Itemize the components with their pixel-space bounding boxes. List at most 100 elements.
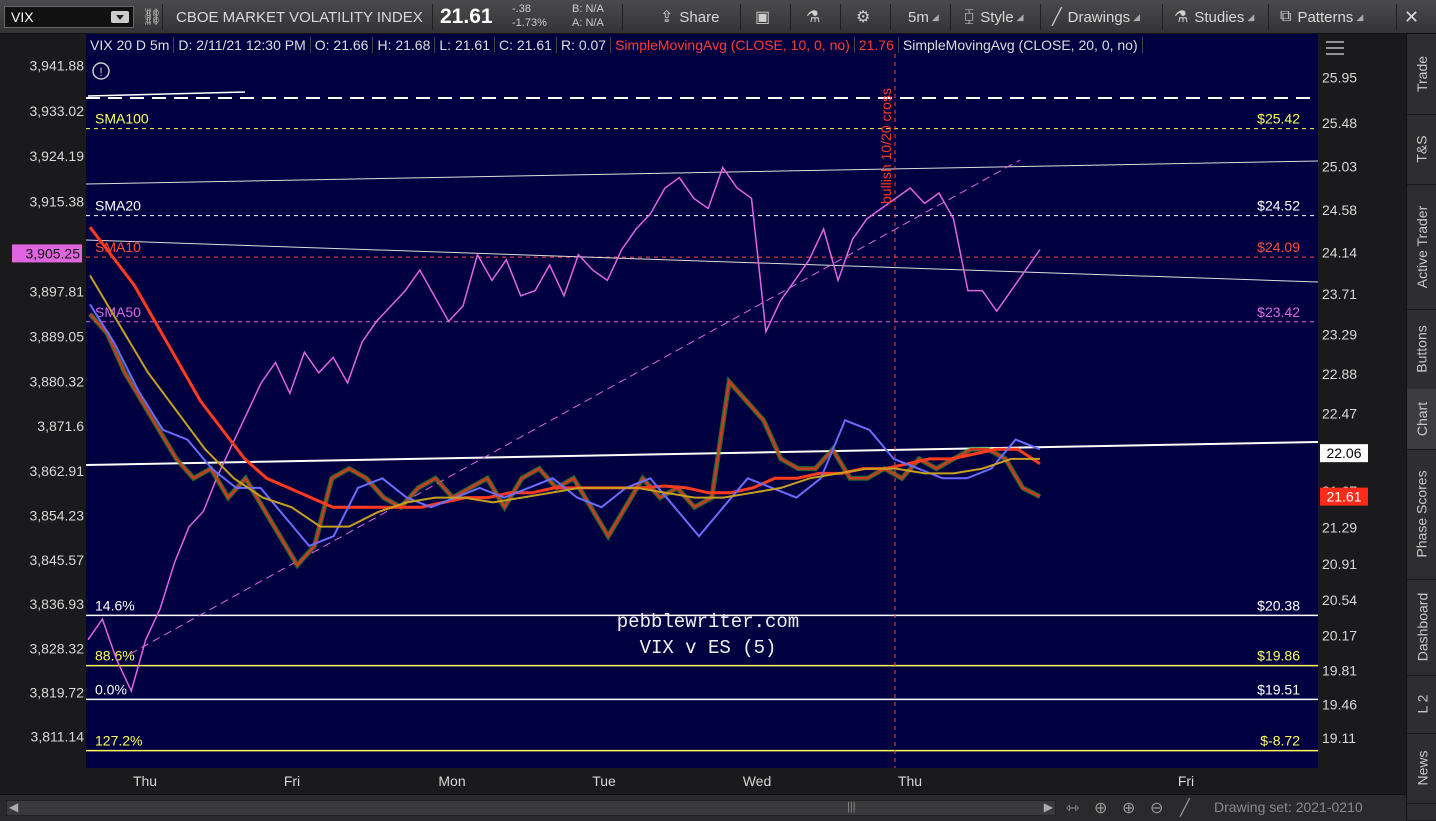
left-axis-tick: 3,828.32	[30, 640, 85, 656]
scroll-grip-icon[interactable]: |||	[847, 801, 856, 813]
share-button[interactable]: ⇪ Share	[660, 0, 719, 34]
level-left-label: SMA20	[95, 198, 141, 214]
right-axis-tick: 20.91	[1322, 556, 1357, 572]
level-right-label: $19.51	[1257, 681, 1300, 697]
left-axis-tick: 3,933.02	[30, 103, 85, 119]
left-axis-tick: 3,811.14	[31, 728, 85, 744]
level-left-label: SMA50	[95, 304, 141, 320]
left-axis-tick: 3,819.72	[30, 684, 85, 700]
symbol-input[interactable]: VIX	[4, 6, 134, 28]
level-right-label: $-8.72	[1260, 733, 1300, 749]
sidebar-tab-label: Active Trader	[1414, 205, 1431, 288]
level-right-label: $20.38	[1257, 597, 1300, 613]
pencil-line-icon: ╱	[1052, 9, 1062, 26]
studies-lab-button[interactable]: ⚗	[806, 0, 826, 34]
right-axis-tick: 25.95	[1322, 69, 1357, 85]
zoom-out-icon[interactable]: ⊖	[1150, 798, 1163, 818]
scroll-right-icon[interactable]: ▶	[1044, 800, 1053, 814]
level-left-label: 0.0%	[95, 681, 127, 697]
candles-icon: ⧮	[964, 8, 975, 25]
left-axis-tick: 3,854.23	[30, 507, 85, 523]
drawing-pencil-icon[interactable]: ╱	[1180, 798, 1190, 818]
sma10-study-value: 21.76	[855, 37, 899, 53]
x-axis-background	[86, 768, 1318, 794]
timeframe-button[interactable]: 5m ◢	[908, 0, 939, 34]
link-icon[interactable]: ⛓	[142, 0, 168, 34]
sidebar-tab-label: Phase Scores	[1414, 470, 1431, 558]
watermark-line: pebblewriter.com	[617, 611, 799, 633]
right-sidebar: Trade T&S Active Trader Buttons Chart Phase S…	[1406, 34, 1436, 820]
sidebar-tab-t-s[interactable]: T&S	[1407, 114, 1436, 185]
sidebar-tab-label: Buttons	[1414, 325, 1431, 373]
sidebar-tab-label: T&S	[1413, 135, 1430, 163]
net-change: -.38	[512, 3, 531, 15]
studies-button[interactable]: ⚗ Studies ◢	[1174, 0, 1254, 34]
cross-annotation: bullish 10/20 cross	[878, 88, 894, 204]
sma10-study-label[interactable]: SimpleMovingAvg (CLOSE, 10, 0, no)	[611, 37, 855, 53]
sidebar-tab-phase-scores[interactable]: Phase Scores	[1407, 449, 1436, 580]
flask-icon: ⚗	[806, 9, 821, 26]
chart-settings-button[interactable]: ▣	[755, 0, 776, 34]
bid-value: B: N/A	[572, 3, 604, 15]
sma20-study-label[interactable]: SimpleMovingAvg (CLOSE, 20, 0, no)	[899, 37, 1143, 53]
sidebar-tab-label: Trade	[1414, 55, 1430, 93]
x-axis-tick: Thu	[133, 773, 157, 789]
chart-area[interactable]: 3,941.88 3,933.02 3,924.19 3,915.38 3,905.25…	[0, 34, 1406, 794]
drawings-button[interactable]: ╱ Drawings ◢	[1052, 0, 1140, 34]
last-price: 21.61	[440, 5, 493, 28]
right-price-label: 22.06	[1326, 445, 1361, 461]
sidebar-tab-chart[interactable]: Chart	[1407, 389, 1436, 450]
left-axis-tick: 3,924.19	[30, 148, 85, 164]
right-axis-tick: 23.71	[1322, 286, 1357, 302]
left-axis-tick: 3,889.05	[30, 329, 85, 345]
sidebar-tab-label: Dashboard	[1414, 592, 1430, 662]
watermark-line: VIX v ES (5)	[640, 637, 777, 659]
caret-down-icon: ◢	[1016, 11, 1024, 22]
x-axis-tick: Mon	[438, 773, 465, 789]
zoom-range-icon[interactable]: ⇿	[1066, 798, 1079, 818]
zoom-in-icon[interactable]: ⊕	[1122, 798, 1135, 818]
style-button[interactable]: ⧮ Style ◢	[964, 0, 1024, 34]
sidebar-tab-dashboard[interactable]: Dashboard	[1407, 579, 1436, 676]
left-axis-tick: 3,941.88	[30, 57, 85, 73]
toolbar: VIX ⛓ CBOE MARKET VOLATILITY INDEX 21.61…	[0, 0, 1436, 34]
caret-down-icon: ◢	[931, 11, 939, 22]
right-axis-tick: 19.46	[1322, 696, 1357, 712]
bar-open: O: 21.66	[311, 37, 374, 53]
caret-down-icon: ◢	[1356, 11, 1364, 22]
symbol-dropdown-icon[interactable]	[111, 11, 129, 23]
x-axis-tick: Wed	[743, 773, 772, 789]
sidebar-tab-buttons[interactable]: Buttons	[1407, 309, 1436, 390]
level-right-label: $19.86	[1257, 648, 1300, 664]
right-axis-tick: 19.11	[1322, 730, 1356, 746]
left-axis-tick: 3,845.57	[30, 552, 85, 568]
level-right-label: $25.42	[1257, 111, 1300, 127]
x-axis-tick: Thu	[898, 773, 922, 789]
symbol-description: CBOE MARKET VOLATILITY INDEX	[176, 8, 423, 26]
right-axis-tick: 20.54	[1322, 592, 1357, 608]
bar-high: H: 21.68	[373, 37, 436, 53]
left-axis-tick: 3,862.91	[30, 463, 85, 479]
share-icon: ⇪	[660, 9, 674, 26]
crosshair-icon[interactable]: ⊕	[1094, 798, 1107, 818]
level-right-label: $23.42	[1257, 304, 1300, 320]
level-left-label: SMA100	[95, 111, 149, 127]
close-icon[interactable]: ✕	[1404, 0, 1419, 34]
sidebar-tab-news[interactable]: News	[1407, 733, 1436, 804]
x-axis-tick: Fri	[284, 773, 300, 789]
bar-close: C: 21.61	[495, 37, 557, 53]
sidebar-tab-active-trader[interactable]: Active Trader	[1407, 184, 1436, 310]
drawing-set-label: Drawing set: 2021-0210	[1214, 799, 1363, 815]
sidebar-tab-l-2[interactable]: L 2	[1407, 675, 1436, 734]
sidebar-tab-trade[interactable]: Trade	[1407, 34, 1436, 115]
right-axis-tick: 25.03	[1322, 158, 1357, 174]
time-scrollbar[interactable]: ◀ ||| ▶	[6, 800, 1056, 816]
sidebar-tab-label: L 2	[1413, 694, 1430, 714]
patterns-icon: ⧉	[1280, 8, 1292, 25]
scroll-left-icon[interactable]: ◀	[9, 800, 18, 814]
patterns-button[interactable]: ⧉ Patterns ◢	[1280, 0, 1363, 34]
settings-button[interactable]: ⚙	[856, 0, 876, 34]
right-axis-tick: 24.58	[1322, 202, 1357, 218]
flask-icon: ⚗	[1174, 9, 1189, 26]
sidebar-tab-label: News	[1414, 750, 1431, 786]
